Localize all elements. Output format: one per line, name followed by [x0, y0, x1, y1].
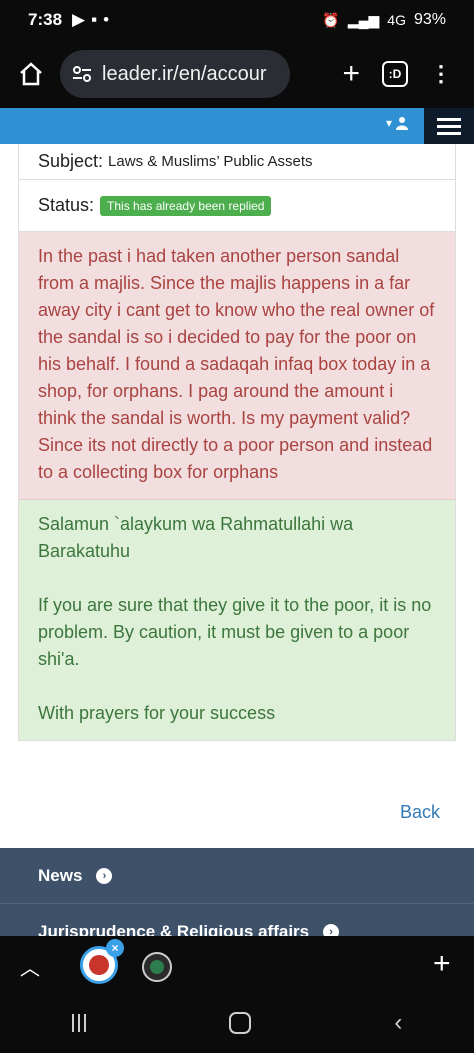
answer-closing: With prayers for your success — [38, 703, 276, 723]
recents-button[interactable] — [71, 1013, 86, 1032]
new-tab-icon[interactable]: + — [342, 59, 360, 89]
subject-value: Laws & Muslims’ Public Assets — [108, 153, 313, 170]
network-type: 4G — [387, 12, 406, 28]
tab-favicon[interactable] — [142, 952, 172, 982]
home-icon — [20, 62, 42, 86]
answer-body: If you are sure that they give it to the… — [38, 595, 432, 669]
alarm-icon: ⏰ — [322, 11, 340, 28]
notification-icons: ▶ ▪ • — [72, 10, 109, 30]
caret-down-icon: ▾ — [386, 116, 393, 130]
home-nav-button[interactable] — [228, 1011, 251, 1034]
system-icons: ⏰ ▂▄▆ 4G 93% — [322, 11, 446, 29]
question-card: Subject: Laws & Muslims’ Public Assets S… — [18, 144, 456, 741]
message-icon: ▪ — [91, 10, 98, 29]
hamburger-menu-button[interactable] — [424, 108, 474, 144]
footer-menu: News › Jurisprudence & Religious affairs… — [0, 848, 474, 936]
url-text: leader.ir/en/accour — [102, 62, 267, 85]
status-label: Status: — [38, 195, 95, 215]
footer-item-news[interactable]: News › — [0, 848, 474, 904]
chevron-right-icon: › — [323, 923, 340, 936]
status-badge: This has already been replied — [100, 195, 272, 216]
subject-row: Subject: Laws & Muslims’ Public Assets — [19, 144, 455, 180]
back-link[interactable]: Back — [400, 802, 440, 823]
hamburger-line — [437, 131, 461, 135]
battery-level: 93% — [413, 11, 446, 28]
question-text: In the past i had taken another person s… — [19, 232, 455, 500]
youtube-icon: ▶ — [72, 10, 86, 29]
system-nav-bar: ‹ — [0, 992, 474, 1053]
user-menu-button[interactable]: ▾ — [386, 116, 409, 130]
chevron-up-icon[interactable]: ︿ — [20, 952, 40, 981]
close-tab-icon[interactable]: × — [106, 939, 124, 957]
tab-strip — [0, 936, 474, 992]
footer-item-label: News — [38, 865, 83, 885]
menu-icon[interactable]: ⋮ — [430, 63, 452, 85]
chevron-right-icon: › — [96, 867, 113, 884]
browser-toolbar: leader.ir/en/accour + :D ⋮ — [0, 40, 474, 108]
back-nav-button[interactable]: ‹ — [394, 1009, 402, 1037]
answer-greeting: Salamun `alaykum wa Rahmatullahi wa Bara… — [38, 514, 354, 561]
answer-box: Salamun `alaykum wa Rahmatullahi wa Bara… — [19, 500, 455, 740]
home-button[interactable] — [16, 59, 46, 89]
tab-switcher-button[interactable]: :D — [382, 61, 408, 87]
dot-icon: • — [103, 10, 110, 29]
status-time: 7:38 — [28, 10, 63, 29]
subject-label: Subject: — [38, 151, 104, 171]
add-tab-icon[interactable]: + — [433, 949, 451, 979]
hamburger-line — [437, 124, 461, 128]
site-settings-icon[interactable] — [72, 64, 92, 84]
user-icon — [396, 117, 409, 130]
status-bar: 7:38 ▶ ▪ • ⏰ ▂▄▆ 4G 93% — [0, 0, 474, 40]
footer-item-jurisprudence[interactable]: Jurisprudence & Religious affairs › — [0, 904, 474, 936]
address-bar[interactable]: leader.ir/en/accour — [60, 50, 290, 98]
signal-icon: ▂▄▆ — [347, 11, 380, 28]
footer-item-label: Jurisprudence & Religious affairs — [38, 921, 310, 937]
status-row: Status: This has already been replied — [19, 180, 455, 232]
hamburger-line — [437, 117, 461, 121]
